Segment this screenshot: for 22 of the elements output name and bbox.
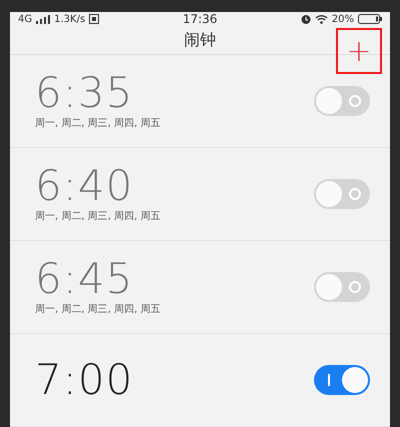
signal-icon bbox=[36, 14, 50, 24]
repeat-days: 周一, 周二, 周三, 周四, 周五 bbox=[35, 116, 314, 130]
wifi-icon bbox=[314, 14, 328, 24]
alarm-time: 6:45 bbox=[35, 258, 134, 300]
add-alarm-button[interactable]: + bbox=[336, 28, 382, 74]
alarm-toggle[interactable] bbox=[314, 86, 370, 116]
battery-percent: 20% bbox=[332, 14, 354, 24]
screen-title: 闹钟 bbox=[184, 30, 216, 50]
clock-time: 17:36 bbox=[182, 12, 218, 26]
network-type: 4G bbox=[18, 14, 32, 24]
repeat-days: 周一, 周二, 周三, 周四, 周五 bbox=[35, 302, 314, 316]
alarm-icon bbox=[300, 14, 311, 24]
alarm-toggle[interactable] bbox=[314, 365, 370, 395]
repeat-days: 周一, 周二, 周三, 周四, 周五 bbox=[35, 209, 314, 223]
alarm-toggle[interactable] bbox=[314, 272, 370, 302]
network-speed: 1.3K/s bbox=[54, 14, 86, 24]
alarm-toggle[interactable] bbox=[314, 179, 370, 209]
alarm-time: 6:40 bbox=[35, 165, 134, 207]
battery-icon bbox=[358, 14, 382, 24]
alarm-time: 7:00 bbox=[35, 359, 134, 401]
sim-icon bbox=[89, 14, 100, 24]
alarm-time: 6:35 bbox=[35, 72, 134, 114]
